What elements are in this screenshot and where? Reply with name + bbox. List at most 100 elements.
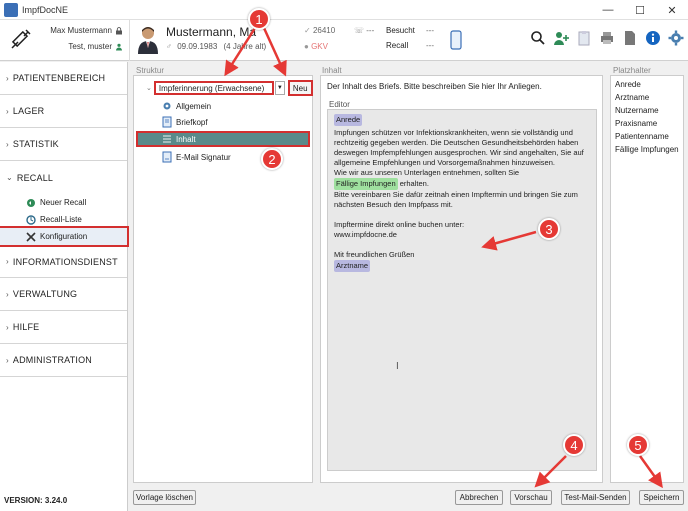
- patient-avatar: [138, 27, 158, 54]
- nav-konfiguration[interactable]: Konfiguration: [0, 226, 129, 247]
- chevron-right-icon: ›: [6, 355, 9, 365]
- nav-patientenbereich[interactable]: › PATIENTENBEREICH: [0, 62, 127, 95]
- chevron-right-icon: ›: [6, 73, 9, 83]
- editor-paragraph-1: Impfungen schützen vor Infektionskrankhe…: [334, 128, 584, 167]
- add-user-icon[interactable]: [553, 30, 569, 46]
- nav-recall-liste[interactable]: Recall-Liste: [0, 211, 127, 228]
- gear-icon[interactable]: [668, 30, 684, 46]
- save-button[interactable]: Speichern: [639, 490, 684, 505]
- nav-hilfe[interactable]: › HILFE: [0, 311, 127, 344]
- new-template-button[interactable]: Neu: [287, 80, 313, 96]
- inhalt-label: Inhalt: [322, 66, 342, 75]
- version-label: VERSION: 3.24.0: [4, 496, 68, 505]
- chevron-right-icon: ›: [6, 139, 9, 149]
- window-title: ImpfDocNE: [22, 4, 69, 15]
- dropdown-arrow-icon[interactable]: ▼: [274, 81, 285, 95]
- user-name-line: Max Mustermann: [50, 26, 123, 35]
- user-account-line: Test, muster: [68, 42, 123, 51]
- logo-area: Max Mustermann Test, muster: [0, 20, 130, 61]
- nav-neuer-recall[interactable]: Neuer Recall: [0, 194, 127, 211]
- user-account: Test, muster: [68, 42, 112, 51]
- gear-icon: [163, 102, 171, 110]
- placeholder-list-item[interactable]: Anrede: [615, 80, 679, 93]
- inhalt-panel: Der Inhalt des Briefs. Bitte beschreiben…: [320, 75, 603, 483]
- cancel-button[interactable]: Abbrechen: [455, 490, 503, 505]
- nav-informationsdienst[interactable]: › INFORMATIONSDIENST: [0, 245, 127, 278]
- tree-item-briefkopf[interactable]: Briefkopf: [162, 116, 208, 128]
- document-icon: [162, 116, 172, 128]
- patient-zip: ✓ 26410: [304, 26, 336, 35]
- chevron-right-icon: ›: [6, 289, 9, 299]
- close-button[interactable]: ✕: [656, 0, 688, 20]
- maximize-button[interactable]: ☐: [624, 0, 656, 20]
- tree-item-allgemein[interactable]: Allgemein: [162, 100, 211, 112]
- nav-statistik[interactable]: › STATISTIK: [0, 128, 127, 161]
- patient-dob: ♂ 09.09.1983 (4 Jahre alt): [166, 42, 267, 51]
- text-cursor-icon: I: [396, 361, 399, 372]
- user-name: Max Mustermann: [50, 26, 112, 35]
- sidebar: › PATIENTENBEREICH › LAGER › STATISTIK ⌄ REC…: [0, 62, 129, 511]
- editor-paragraph-2: Wie wir aus unseren Unterlagen entnehmen…: [334, 168, 520, 177]
- editor-paragraph-3: Bitte vereinbaren Sie dafür zeitnah eine…: [334, 190, 578, 209]
- placeholder-list-item[interactable]: Fällige Impfungen: [615, 145, 679, 158]
- placeholder-list-item[interactable]: Patientenname: [615, 132, 679, 145]
- annotation-marker-1: 1: [248, 8, 270, 30]
- chevron-right-icon: ›: [6, 106, 9, 116]
- printer-icon[interactable]: [599, 30, 615, 46]
- template-select-row: ⌄ Impferinnerung (Erwachsene) ▼ Neu: [146, 80, 313, 96]
- document-icon[interactable]: [622, 30, 638, 46]
- tree-item-inhalt[interactable]: Inhalt: [136, 131, 310, 147]
- title-bar: ImpfDocNE — ☐ ✕: [0, 0, 688, 20]
- nav-verwaltung[interactable]: › VERWALTUNG: [0, 278, 127, 311]
- preview-button[interactable]: Vorschau: [510, 490, 552, 505]
- annotation-marker-3: 3: [538, 218, 560, 240]
- platzhalter-panel: Anrede Arztname Nutzername Praxisname Pa…: [610, 75, 684, 483]
- recall-list-icon: [26, 214, 36, 225]
- placeholder-anrede[interactable]: Anrede: [334, 114, 363, 126]
- clipboard-icon[interactable]: [576, 30, 592, 46]
- letter-editor[interactable]: Anrede Impfungen schützen vor Infektions…: [327, 109, 597, 471]
- inhalt-description: Der Inhalt des Briefs. Bitte beschreiben…: [327, 82, 542, 91]
- template-select[interactable]: Impferinnerung (Erwachsene): [153, 81, 274, 95]
- new-recall-icon: [27, 198, 35, 207]
- nav-recall[interactable]: ⌄ RECALL: [0, 161, 127, 194]
- app-icon: [4, 2, 18, 17]
- nav-lager[interactable]: › LAGER: [0, 95, 127, 128]
- toolbar: [530, 30, 684, 46]
- chevron-right-icon: ›: [6, 322, 9, 332]
- visit-label: Besucht: [386, 26, 415, 35]
- recall-value: ---: [426, 41, 434, 50]
- collapse-icon[interactable]: ⌄: [146, 84, 152, 92]
- platzhalter-label: Platzhalter: [613, 66, 651, 75]
- device-icon[interactable]: [450, 30, 462, 50]
- recall-label: Recall: [386, 41, 409, 50]
- struktur-label: Struktur: [136, 66, 165, 75]
- window-controls: — ☐ ✕: [592, 0, 688, 20]
- syringe-logo-icon: [11, 29, 31, 49]
- header: Max Mustermann Test, muster Mustermann, …: [0, 20, 688, 61]
- editor-closing: Mit freundlichen Grüßen: [334, 250, 415, 259]
- delete-template-button[interactable]: Vorlage löschen: [133, 490, 196, 505]
- tree-item-email-signatur[interactable]: E-Mail Signatur: [162, 151, 231, 163]
- send-test-mail-button[interactable]: Test-Mail-Senden: [561, 490, 630, 505]
- text-lines-icon: [163, 135, 171, 143]
- person-icon[interactable]: [115, 43, 123, 51]
- editor-paragraph-2b: erhalten.: [399, 179, 429, 188]
- chevron-down-icon: ⌄: [6, 173, 13, 182]
- visit-value: ---: [426, 26, 434, 35]
- placeholder-faellige-impfungen[interactable]: Fällige Impfungen: [334, 178, 398, 190]
- placeholder-arztname[interactable]: Arztname: [334, 260, 371, 272]
- tools-icon: [26, 231, 36, 242]
- info-icon[interactable]: [645, 30, 661, 46]
- placeholder-list-item[interactable]: Nutzername: [615, 106, 679, 119]
- placeholder-list-item[interactable]: Praxisname: [615, 119, 679, 132]
- annotation-marker-2: 2: [261, 148, 283, 170]
- minimize-button[interactable]: —: [592, 0, 624, 20]
- search-icon[interactable]: [530, 30, 546, 46]
- nav-administration[interactable]: › ADMINISTRATION: [0, 344, 127, 377]
- patient-area: Mustermann, Ma ♂ 09.09.1983 (4 Jahre alt…: [134, 20, 434, 61]
- patient-name: Mustermann, Ma: [166, 25, 257, 39]
- lock-icon[interactable]: [115, 26, 123, 35]
- placeholder-list-item[interactable]: Arztname: [615, 93, 679, 106]
- annotation-marker-5: 5: [627, 434, 649, 456]
